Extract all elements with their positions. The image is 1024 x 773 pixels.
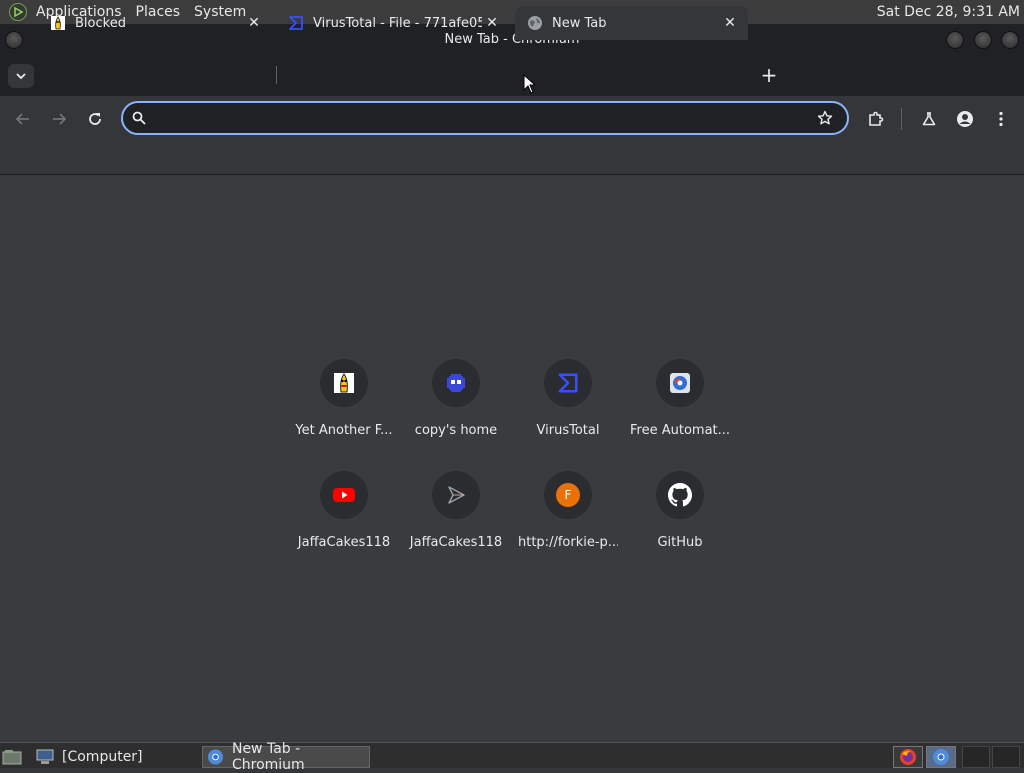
shortcut-tile[interactable]: Free Automat... [624,352,736,464]
more-vertical-icon [999,111,1003,127]
shortcut-tile[interactable]: JaffaCakes118 [288,464,400,576]
toolbar-separator [901,108,902,130]
avatar-icon [957,111,973,127]
shortcut-label: VirusTotal [536,423,600,438]
shortcut-tile[interactable]: copy's home [400,352,512,464]
bookmark-star-icon[interactable] [817,110,833,126]
tab-new-tab[interactable]: New Tab ✕ [515,6,748,40]
shortcut-label: JaffaCakes118 [297,535,391,550]
distro-logo-icon[interactable] [9,3,27,21]
chevron-down-icon [16,73,26,80]
clock[interactable]: Sat Dec 28, 9:31 AM [877,0,1020,24]
tab-title: Blocked [75,15,126,31]
minimize-button[interactable] [946,31,964,49]
tab-blocked[interactable]: Blocked ✕ [38,6,272,40]
bottom-panel: [Computer] New Tab - Chromium [0,741,1024,773]
arrow-right-icon [53,113,67,125]
shortcut-tile[interactable]: F http://forkie-p... [512,464,624,576]
address-input[interactable] [153,107,813,129]
new-tab-button[interactable]: + [758,64,780,86]
blocked-favicon-icon [50,15,66,31]
maximize-button[interactable] [974,31,992,49]
mouse-cursor-icon [523,74,535,94]
shortcut-label: JaffaCakes118 [409,535,503,550]
close-window-button[interactable] [1001,31,1019,49]
workspace-switcher-2[interactable] [992,746,1020,768]
tab-search-button[interactable] [8,64,34,88]
tray-firefox[interactable] [893,746,923,768]
chromium-icon [207,749,224,765]
close-tab-icon[interactable]: ✕ [720,13,740,33]
puzzle-piece-icon [869,111,884,126]
letter-f-icon: F [544,471,592,519]
github-icon [656,471,704,519]
labs-button[interactable] [918,108,940,130]
virustotal-icon [544,359,592,407]
profile-button[interactable] [954,108,976,130]
task-chromium[interactable]: New Tab - Chromium [202,741,370,773]
shortcut-label: Yet Another F... [295,423,393,438]
shortcut-tile[interactable]: JaffaCakes118 [400,464,512,576]
workspace-switcher-1[interactable] [962,746,990,768]
pixel-creature-icon [432,359,480,407]
tab-strip [0,56,1024,96]
tab-virustotal[interactable]: VirusTotal - File - 771afe05eb ✕ [276,6,510,40]
close-tab-icon[interactable]: ✕ [482,13,502,33]
tray-chromium[interactable] [926,746,956,768]
computer-icon [36,749,54,764]
firefox-icon [900,749,916,765]
shortcut-tile[interactable]: GitHub [624,464,736,576]
show-desktop-button[interactable] [2,746,24,768]
reload-button[interactable] [84,108,106,130]
play-arrow-icon [432,471,480,519]
menu-button[interactable] [990,108,1012,130]
flask-icon [922,112,936,126]
desktop-icon [2,750,22,765]
shortcut-label: Free Automat... [630,423,730,438]
tab-separator [276,66,277,84]
tab-title: VirusTotal - File - 771afe05eb [313,15,482,31]
forward-button[interactable] [48,108,70,130]
banana-icon [320,359,368,407]
youtube-icon [320,471,368,519]
letter-avatar: F [556,483,580,507]
search-icon [132,111,146,125]
bookmarks-bar [0,140,1024,175]
task-label: New Tab - Chromium [231,741,305,773]
shortcut-label: GitHub [657,535,703,550]
chromium-icon [933,749,949,765]
back-button[interactable] [12,108,34,130]
arrow-left-icon [15,113,29,125]
reload-icon [89,113,101,125]
task-label: [Computer] [62,749,143,765]
close-tab-icon[interactable]: ✕ [244,13,264,33]
extensions-button[interactable] [865,108,887,130]
shortcut-tile[interactable]: Yet Another F... [288,352,400,464]
shortcut-tile[interactable]: VirusTotal [512,352,624,464]
globe-favicon-icon [527,15,543,31]
window-menu-button[interactable] [5,31,23,49]
shortcut-label: copy's home [414,423,498,438]
task-computer[interactable]: [Computer] [36,746,166,768]
automation-icon [656,359,704,407]
address-bar[interactable] [121,101,849,135]
tab-title: New Tab [552,15,607,31]
virustotal-favicon-icon [288,15,304,31]
shortcut-label: http://forkie-p... [518,535,618,550]
